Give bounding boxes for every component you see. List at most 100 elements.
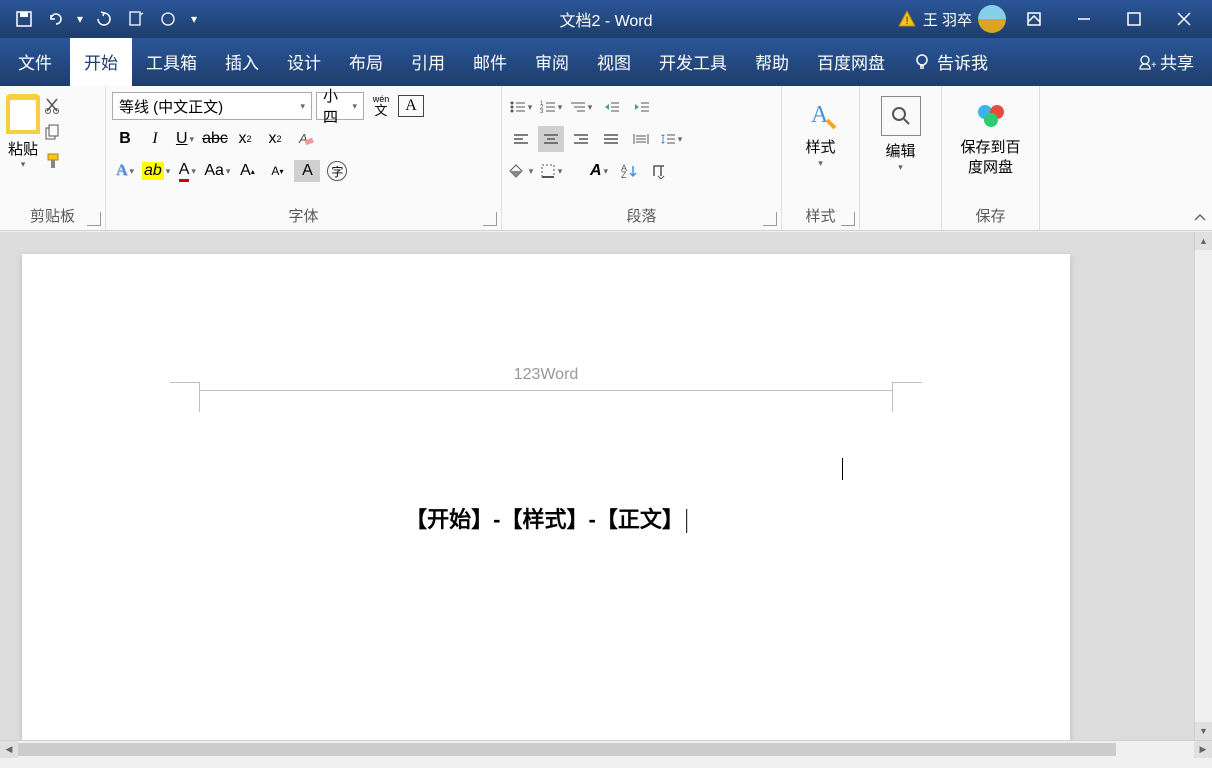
group-paragraph: 123 A AZ	[502, 86, 782, 230]
scroll-right-icon[interactable]: ▶	[1194, 741, 1212, 758]
scroll-left-icon[interactable]: ◀	[0, 741, 18, 758]
asian-layout-icon[interactable]: A	[586, 158, 612, 184]
styles-launcher-icon[interactable]	[841, 212, 855, 226]
underline-button[interactable]: U	[172, 126, 198, 152]
italic-button[interactable]: I	[142, 126, 168, 152]
scroll-up-icon[interactable]: ▲	[1195, 232, 1212, 250]
tab-design[interactable]: 设计	[273, 37, 335, 86]
save-icon[interactable]	[10, 5, 38, 33]
clear-format-icon[interactable]: A	[292, 126, 318, 152]
vertical-scrollbar[interactable]: ▲ ▼	[1194, 232, 1212, 740]
increase-indent-icon[interactable]	[628, 94, 654, 120]
page[interactable]: 123Word 【开始】-【样式】-【正文】	[22, 254, 1070, 740]
distributed-icon[interactable]	[628, 126, 654, 152]
bullets-icon[interactable]	[508, 94, 534, 120]
font-size-combo[interactable]: 小四▾	[316, 92, 364, 120]
svg-text:Z: Z	[621, 170, 627, 179]
numbering-icon[interactable]: 123	[538, 94, 564, 120]
alert-icon[interactable]: !	[897, 9, 917, 29]
copy-icon[interactable]	[44, 124, 64, 144]
clipboard-launcher-icon[interactable]	[87, 212, 101, 226]
group-save: 保存到百度网盘 保存	[942, 86, 1040, 230]
redo-icon[interactable]	[90, 5, 118, 33]
tab-references[interactable]: 引用	[397, 37, 459, 86]
edit-button[interactable]: 编辑 ▾	[869, 90, 933, 173]
font-name-combo[interactable]: 等线 (中文正文)▾	[112, 92, 312, 120]
highlight-icon[interactable]: ab	[142, 158, 170, 184]
document-body-text[interactable]: 【开始】-【样式】-【正文】	[405, 502, 687, 534]
phonetic-guide-icon[interactable]: wén 文	[368, 93, 394, 119]
tab-developer[interactable]: 开发工具	[645, 37, 741, 86]
tab-insert[interactable]: 插入	[211, 37, 273, 86]
align-left-icon[interactable]	[508, 126, 534, 152]
close-icon[interactable]	[1162, 3, 1206, 35]
line-spacing-icon[interactable]	[658, 126, 684, 152]
char-shading-icon[interactable]: A	[294, 160, 320, 182]
tab-file[interactable]: 文件	[0, 37, 70, 86]
svg-text:A: A	[811, 102, 829, 128]
avatar[interactable]	[978, 5, 1006, 33]
shrink-font-icon[interactable]: A▾	[264, 158, 290, 184]
show-marks-icon[interactable]	[646, 158, 672, 184]
paste-button[interactable]: 粘贴 ▾	[6, 90, 40, 170]
font-launcher-icon[interactable]	[483, 212, 497, 226]
tab-review[interactable]: 审阅	[521, 37, 583, 86]
undo-dropdown-icon[interactable]: ▾	[74, 5, 86, 33]
styles-button[interactable]: A 样式 ▾	[791, 90, 851, 169]
subscript-button[interactable]: x2	[232, 126, 258, 152]
change-case-icon[interactable]: Aa	[204, 158, 230, 184]
undo-icon[interactable]	[42, 5, 70, 33]
borders-icon[interactable]	[538, 158, 564, 184]
format-painter-icon[interactable]	[44, 152, 64, 172]
decrease-indent-icon[interactable]	[598, 94, 624, 120]
text-effects-icon[interactable]: A	[112, 158, 138, 184]
strikethrough-button[interactable]: abc	[202, 126, 228, 152]
superscript-button[interactable]: x2	[262, 126, 288, 152]
enclose-char-icon[interactable]: 字	[324, 158, 350, 184]
tab-toolbox[interactable]: 工具箱	[132, 37, 211, 86]
find-icon	[881, 96, 921, 136]
align-right-icon[interactable]	[568, 126, 594, 152]
grow-font-icon[interactable]: A▴	[234, 158, 260, 184]
group-clipboard: 粘贴 ▾ 剪贴板	[0, 86, 106, 230]
hscroll-thumb[interactable]	[18, 743, 1116, 756]
qat-status-icon[interactable]	[154, 5, 182, 33]
group-styles: A 样式 ▾ 样式	[782, 86, 860, 230]
group-font-label: 字体	[112, 201, 495, 228]
margin-corner-left	[170, 382, 200, 412]
maximize-icon[interactable]	[1112, 3, 1156, 35]
paragraph-launcher-icon[interactable]	[763, 212, 777, 226]
tab-mail[interactable]: 邮件	[459, 37, 521, 86]
share-button[interactable]: + 共享	[1120, 37, 1212, 86]
tab-help[interactable]: 帮助	[741, 37, 803, 86]
ribbon: 粘贴 ▾ 剪贴板 等线 (中文正文)▾ 小四▾ wén 文	[0, 86, 1212, 231]
insertion-cursor	[842, 458, 843, 480]
font-color-icon[interactable]: A	[174, 158, 200, 184]
multilevel-icon[interactable]	[568, 94, 594, 120]
tab-layout[interactable]: 布局	[335, 37, 397, 86]
page-header[interactable]: 123Word	[200, 366, 892, 391]
user-name[interactable]: 王 羽卒	[923, 9, 972, 30]
save-baidu-button[interactable]: 保存到百度网盘	[948, 90, 1033, 177]
minimize-icon[interactable]	[1062, 3, 1106, 35]
styles-label: 样式	[805, 138, 835, 158]
vscroll-track[interactable]	[1195, 250, 1212, 722]
paste-icon	[6, 94, 40, 134]
collapse-ribbon-icon[interactable]	[1193, 211, 1207, 225]
char-border-icon[interactable]: A	[398, 95, 424, 117]
justify-icon[interactable]	[598, 126, 624, 152]
touch-mode-icon[interactable]	[122, 5, 150, 33]
qat-more-icon[interactable]: ▾	[186, 5, 202, 33]
scroll-down-icon[interactable]: ▼	[1195, 722, 1212, 740]
sort-icon[interactable]: AZ	[616, 158, 642, 184]
align-center-icon[interactable]	[538, 126, 564, 152]
bold-button[interactable]: B	[112, 126, 138, 152]
tell-me[interactable]: 告诉我	[899, 37, 1002, 86]
tab-baidu[interactable]: 百度网盘	[803, 37, 899, 86]
tab-home[interactable]: 开始	[70, 37, 132, 86]
ribbon-options-icon[interactable]	[1012, 3, 1056, 35]
horizontal-scrollbar[interactable]: ◀ ▶	[0, 740, 1212, 758]
shading-icon[interactable]	[508, 158, 534, 184]
cut-icon[interactable]	[44, 96, 64, 116]
tab-view[interactable]: 视图	[583, 37, 645, 86]
